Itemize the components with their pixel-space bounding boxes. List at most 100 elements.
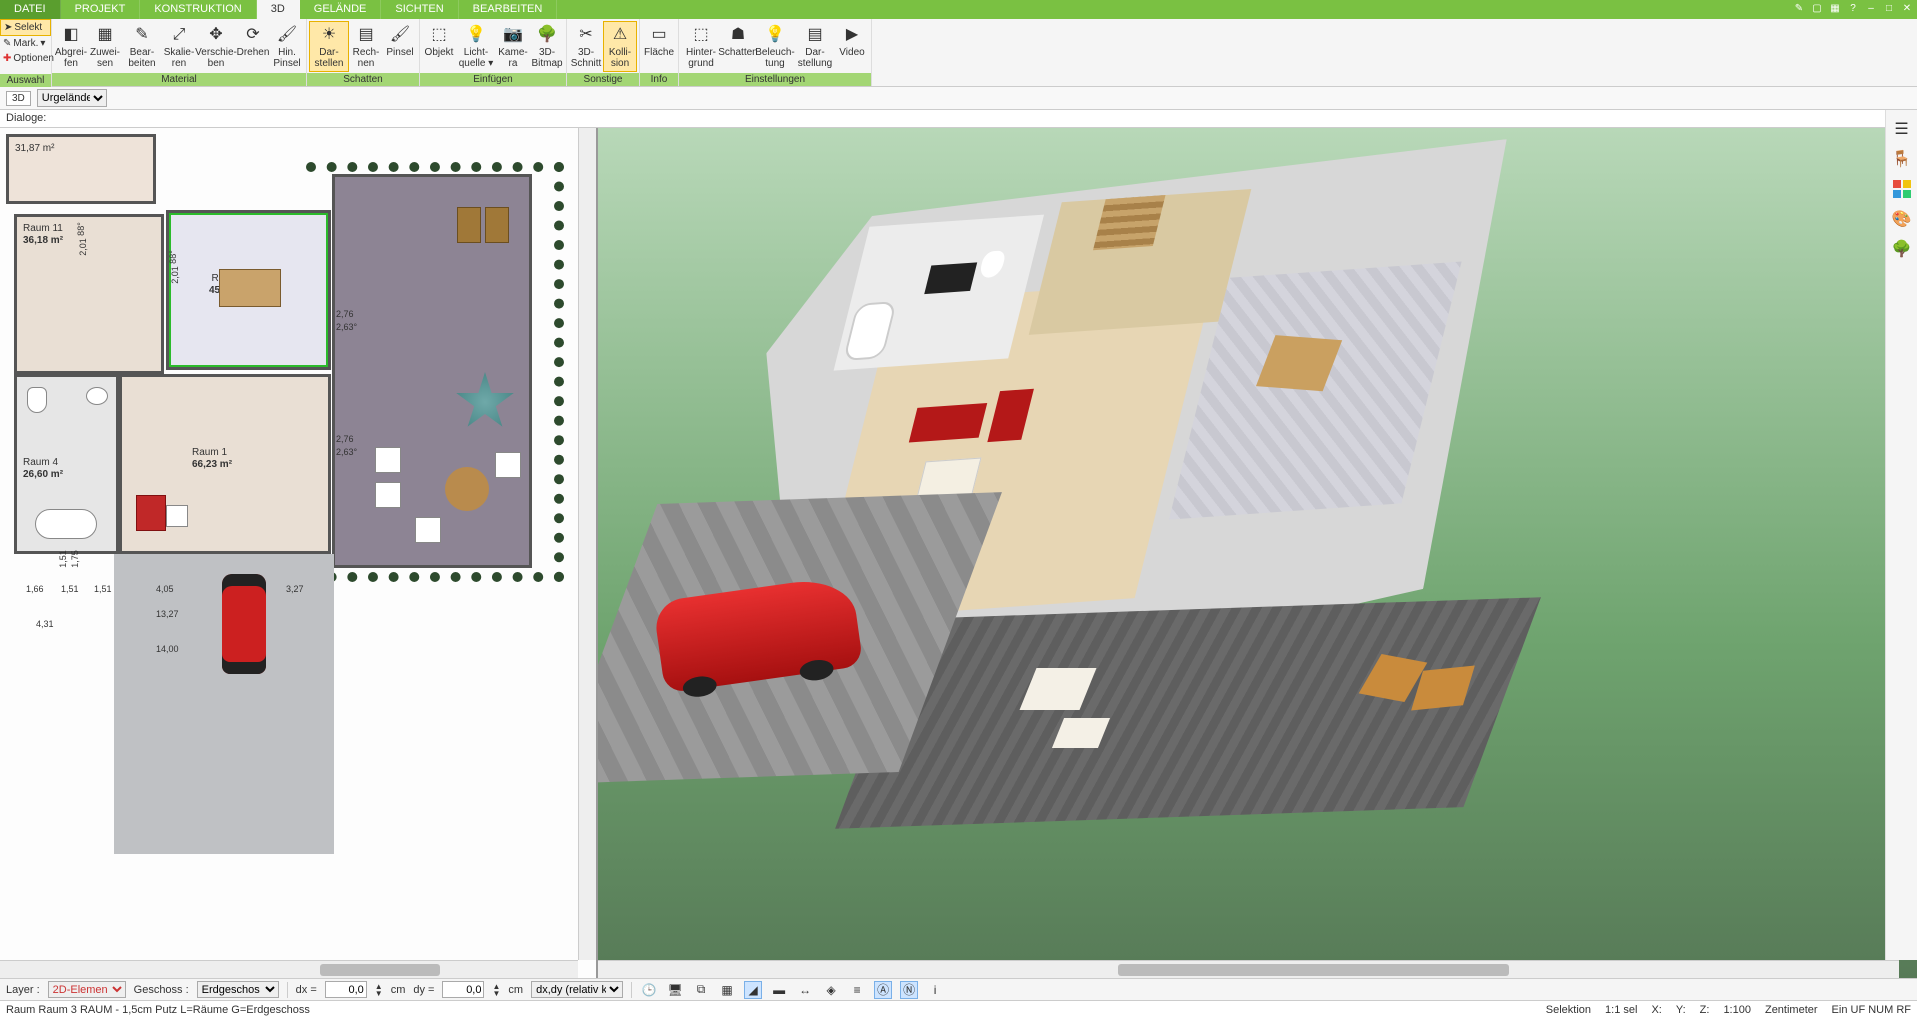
ribbon-group-einfügen: ⬚ Objekt💡Licht-quelle ▾📷Kame-ra🌳3D-Bitmap… — [420, 19, 567, 86]
help-icon[interactable]: ? — [1845, 0, 1861, 16]
dy-input[interactable] — [442, 981, 484, 998]
status-sel-count: 1:1 sel — [1605, 1004, 1637, 1016]
options-button[interactable]: ✚ Optionen — [0, 51, 51, 66]
3dschnitt-button[interactable]: ✂3D-Schnitt — [569, 21, 603, 72]
schatten-button[interactable]: ☗Schatten — [721, 21, 755, 62]
button-label: fen — [64, 59, 78, 70]
lichtquelle-button[interactable]: 💡Licht-quelle ▾ — [456, 21, 496, 72]
kamera-button[interactable]: 📷Kame-ra — [496, 21, 530, 72]
button-label: Kame- — [498, 48, 527, 59]
group-label: Einfügen — [420, 73, 566, 86]
dialoge-label: Dialoge: — [6, 112, 46, 124]
tab-3d[interactable]: 3D — [257, 0, 300, 19]
tab-datei[interactable]: DATEI — [0, 0, 61, 19]
button-label: Objekt — [425, 48, 454, 59]
sofa-3d — [909, 403, 987, 443]
dining-table — [219, 269, 281, 307]
hinpinsel-button[interactable]: 🖌Hin.Pinsel — [270, 21, 304, 72]
select-button[interactable]: ➤ Selekt — [0, 19, 51, 36]
scrollbar-horizontal-2d[interactable] — [0, 960, 578, 978]
button-label: tung — [765, 59, 784, 70]
grid-icon[interactable]: ▦ — [1827, 0, 1843, 16]
2d-floorplan-view[interactable]: 31,87 m² Raum 11 36,18 m² Raum 3 45,42 m… — [0, 128, 598, 978]
mark-button[interactable]: ✎ Mark. ▾ — [0, 36, 51, 51]
kollision-button[interactable]: ⚠Kolli-sion — [603, 21, 637, 72]
drehen-button[interactable]: ⟳Drehen — [236, 21, 270, 62]
hintergrund-button[interactable]: ⬚Hinter-grund — [681, 21, 721, 72]
geschoss-select[interactable]: Erdgeschos — [197, 981, 279, 998]
dimension-icon[interactable]: ↔ — [796, 981, 814, 999]
verschieben-button[interactable]: ✥Verschie-ben — [196, 21, 236, 72]
circle-n-icon[interactable]: Ⓝ — [900, 981, 918, 999]
ribbon-group-auswahl: ➤ Selekt ✎ Mark. ▾ ✚ Optionen Auswahl — [0, 19, 52, 87]
3d-perspective-view[interactable] — [598, 128, 1917, 978]
tab-sichten[interactable]: SICHTEN — [381, 0, 458, 19]
ribbon-group-info: ▭FlächeInfo — [640, 19, 679, 86]
close-icon[interactable]: ✕ — [1899, 0, 1915, 16]
flaeche-button[interactable]: ▭Fläche — [642, 21, 676, 62]
status-x: X: — [1651, 1004, 1661, 1016]
skalieren-button[interactable]: ⤢Skalie-ren — [162, 21, 196, 72]
3d-cube-icon[interactable]: ◈ — [822, 981, 840, 999]
group-label: Einstellungen — [679, 73, 871, 86]
wall-icon[interactable]: ▬ — [770, 981, 788, 999]
tab-projekt[interactable]: PROJEKT — [61, 0, 141, 19]
circle-a-icon[interactable]: Ⓐ — [874, 981, 892, 999]
3dbitmap-button[interactable]: 🌳3D-Bitmap — [530, 21, 564, 72]
spin-buttons[interactable]: ▲▼ — [375, 983, 383, 997]
minimize-icon[interactable]: – — [1863, 0, 1879, 16]
chair-2d — [375, 482, 401, 508]
clock-icon[interactable]: 🕒 — [640, 981, 658, 999]
info-icon[interactable]: i — [926, 981, 944, 999]
pencil-icon[interactable]: ✎ — [1791, 0, 1807, 16]
view-dropdown[interactable]: Urgelände — [37, 89, 107, 107]
dim-value: 4,31 — [36, 619, 54, 629]
dx-input[interactable] — [325, 981, 367, 998]
color-icon[interactable]: 🎨 — [1891, 208, 1913, 230]
pinsel-button[interactable]: 🖌Pinsel — [383, 21, 417, 62]
lines-icon[interactable]: ≡ — [848, 981, 866, 999]
furniture-icon[interactable]: 🪑 — [1891, 148, 1913, 170]
bearbeiten-icon: ✎ — [131, 24, 153, 46]
rechnen-button[interactable]: ▤Rech-nen — [349, 21, 383, 72]
beleuchtung-button[interactable]: 💡Beleuch-tung — [755, 21, 795, 72]
chair-2d — [375, 447, 401, 473]
grid-snap-icon[interactable]: ▦ — [718, 981, 736, 999]
spin-buttons[interactable]: ▲▼ — [492, 983, 500, 997]
coord-mode-select[interactable]: dx,dy (relativ ka — [531, 981, 623, 998]
video-button[interactable]: ▶Video — [835, 21, 869, 62]
button-label: quelle ▾ — [459, 59, 494, 70]
maximize-icon[interactable]: □ — [1881, 0, 1897, 16]
duplicate-icon[interactable]: ⧉ — [692, 981, 710, 999]
layer-label: Layer : — [6, 984, 40, 996]
objekt-icon: ⬚ — [428, 24, 450, 46]
dim-value: 2,76 — [336, 309, 354, 319]
layer-select[interactable]: 2D-Elemen — [48, 981, 126, 998]
monitor-icon[interactable]: 🖥 — [666, 981, 684, 999]
tree-icon[interactable]: 🌳 — [1891, 238, 1913, 260]
abgreifen-button[interactable]: ◧Abgrei-fen — [54, 21, 88, 72]
scrollbar-thumb[interactable] — [320, 964, 440, 976]
scrollbar-horizontal-3d[interactable] — [598, 960, 1899, 978]
darstellen-button[interactable]: ☀Dar-stellen — [309, 21, 349, 72]
status-unit: Zentimeter — [1765, 1004, 1818, 1016]
umbrella-2d — [455, 372, 515, 432]
tab-bearbeiten[interactable]: BEARBEITEN — [459, 0, 558, 19]
bearbeiten-button[interactable]: ✎Bear-beiten — [122, 21, 162, 72]
darstellen-icon: ☀ — [318, 24, 340, 46]
unit-label: cm — [391, 984, 406, 996]
objekt-button[interactable]: ⬚ Objekt — [422, 21, 456, 62]
darstellung-button[interactable]: ▤Dar-stellung — [795, 21, 835, 72]
ribbon-group-einstellungen: ⬚Hinter-grund☗Schatten💡Beleuch-tung▤Dar-… — [679, 19, 872, 86]
box-icon[interactable]: ▢ — [1809, 0, 1825, 16]
swatches-icon[interactable] — [1891, 178, 1913, 200]
tab-gelaende[interactable]: GELÄNDE — [300, 0, 382, 19]
pinsel-icon: 🖌 — [389, 24, 411, 46]
scrollbar-vertical-2d[interactable] — [578, 128, 596, 960]
scrollbar-thumb[interactable] — [1118, 964, 1508, 976]
layers-icon[interactable]: ☰ — [1891, 118, 1913, 140]
button-label: stellen — [315, 59, 344, 70]
zuweisen-button[interactable]: ▦Zuwei-sen — [88, 21, 122, 72]
tab-konstruktion[interactable]: KONSTRUKTION — [140, 0, 256, 19]
angle-snap-icon[interactable]: ◢ — [744, 981, 762, 999]
